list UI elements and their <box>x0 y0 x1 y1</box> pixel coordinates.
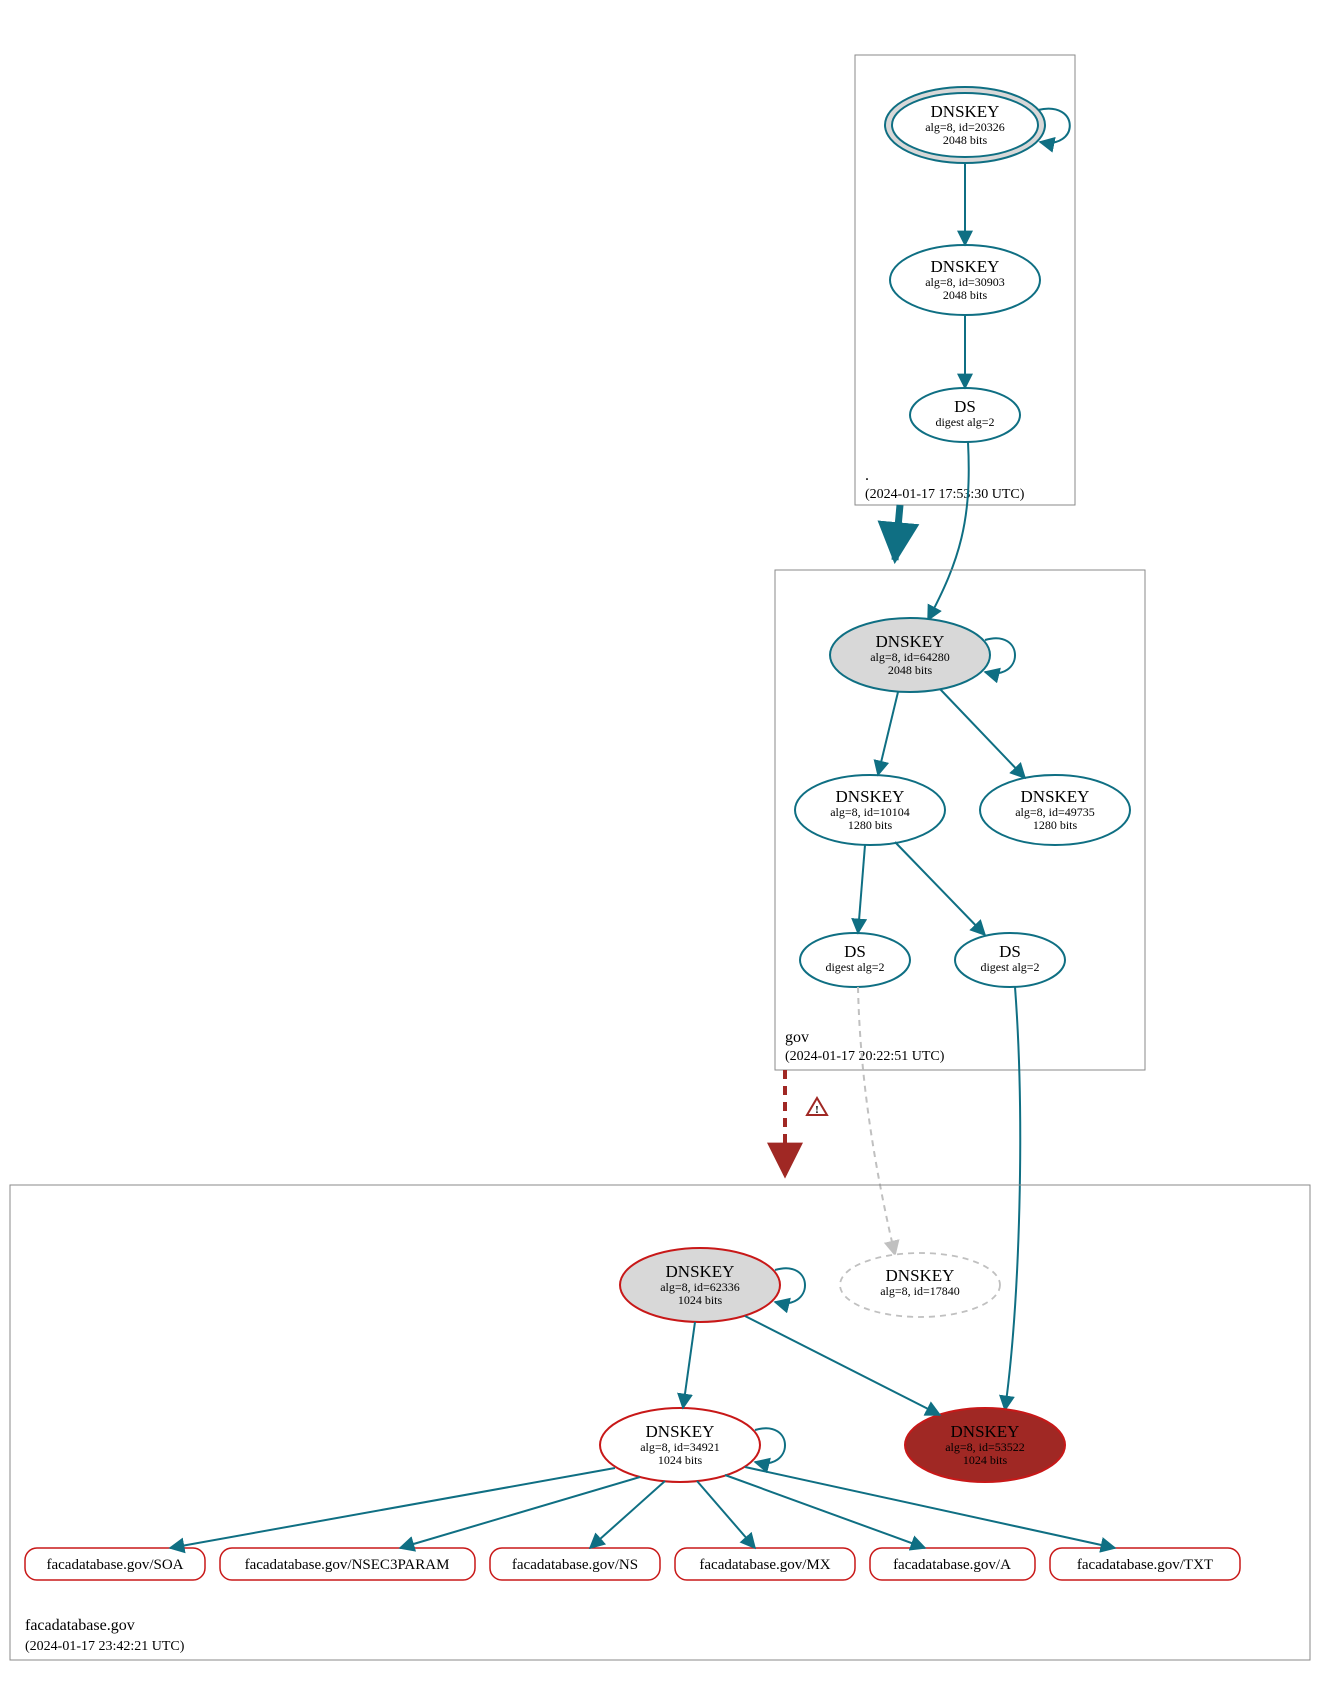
svg-text:alg=8, id=20326: alg=8, id=20326 <box>925 120 1005 134</box>
svg-text:DNSKEY: DNSKEY <box>666 1262 735 1281</box>
svg-text:DNSKEY: DNSKEY <box>931 257 1000 276</box>
svg-text:digest alg=2: digest alg=2 <box>935 415 994 429</box>
rrset-soa: facadatabase.gov/SOA <box>25 1548 205 1580</box>
edge-gov-ksk-to-zsk2 <box>940 689 1025 778</box>
warning-icon: ! <box>807 1098 827 1116</box>
edge-zsk-to-soa <box>170 1468 615 1548</box>
edge-zsk-to-ns <box>590 1481 665 1548</box>
svg-text:alg=8, id=34921: alg=8, id=34921 <box>640 1440 720 1454</box>
dnssec-chain-diagram: . (2024-01-17 17:53:30 UTC) DNSKEY alg=8… <box>0 0 1324 1690</box>
zone-root-timestamp: (2024-01-17 17:53:30 UTC) <box>865 487 1025 502</box>
svg-text:alg=8, id=64280: alg=8, id=64280 <box>870 650 950 664</box>
svg-text:DNSKEY: DNSKEY <box>836 787 905 806</box>
edge-zsk-to-mx <box>697 1481 755 1548</box>
svg-text:facadatabase.gov/NSEC3PARAM: facadatabase.gov/NSEC3PARAM <box>245 1557 450 1573</box>
svg-text:alg=8, id=62336: alg=8, id=62336 <box>660 1280 740 1294</box>
svg-text:facadatabase.gov/TXT: facadatabase.gov/TXT <box>1077 1557 1213 1573</box>
svg-text:1280 bits: 1280 bits <box>1033 818 1078 832</box>
node-dom-ksk: DNSKEY alg=8, id=62336 1024 bits <box>620 1248 780 1322</box>
node-root-ds: DS digest alg=2 <box>910 388 1020 442</box>
zone-gov-timestamp: (2024-01-17 20:22:51 UTC) <box>785 1049 945 1064</box>
svg-text:1024 bits: 1024 bits <box>678 1293 723 1307</box>
svg-text:alg=8, id=53522: alg=8, id=53522 <box>945 1440 1025 1454</box>
node-gov-ksk: DNSKEY alg=8, id=64280 2048 bits <box>830 618 990 692</box>
edge-gov-ds2-to-dom-extra <box>1005 987 1020 1410</box>
svg-text:DS: DS <box>999 942 1021 961</box>
edge-gov-zsk1-to-ds2 <box>895 842 985 935</box>
svg-text:DS: DS <box>844 942 866 961</box>
edge-root-ds-to-gov-ksk <box>928 442 969 620</box>
rrset-txt: facadatabase.gov/TXT <box>1050 1548 1240 1580</box>
rrset-a: facadatabase.gov/A <box>870 1548 1035 1580</box>
svg-text:!: ! <box>815 1104 819 1116</box>
zone-root: . (2024-01-17 17:53:30 UTC) DNSKEY alg=8… <box>855 55 1075 505</box>
node-dom-zsk: DNSKEY alg=8, id=34921 1024 bits <box>600 1408 760 1482</box>
node-dom-missing: DNSKEY alg=8, id=17840 <box>840 1253 1000 1317</box>
node-gov-ds2: DS digest alg=2 <box>955 933 1065 987</box>
svg-text:facadatabase.gov/A: facadatabase.gov/A <box>893 1557 1011 1573</box>
edge-root-to-gov-zone <box>895 505 900 560</box>
zone-gov: gov (2024-01-17 20:22:51 UTC) DNSKEY alg… <box>775 570 1145 1070</box>
svg-text:alg=8, id=30903: alg=8, id=30903 <box>925 275 1005 289</box>
svg-text:facadatabase.gov/MX: facadatabase.gov/MX <box>699 1557 830 1573</box>
svg-text:1024 bits: 1024 bits <box>963 1453 1008 1467</box>
svg-text:alg=8, id=49735: alg=8, id=49735 <box>1015 805 1095 819</box>
node-gov-zsk2: DNSKEY alg=8, id=49735 1280 bits <box>980 775 1130 845</box>
edge-dom-ksk-to-zsk <box>683 1322 695 1408</box>
svg-text:alg=8, id=10104: alg=8, id=10104 <box>830 805 910 819</box>
svg-text:alg=8, id=17840: alg=8, id=17840 <box>880 1284 960 1298</box>
svg-text:1280 bits: 1280 bits <box>848 818 893 832</box>
node-dom-extra: DNSKEY alg=8, id=53522 1024 bits <box>905 1408 1065 1482</box>
zone-gov-label: gov <box>785 1029 809 1046</box>
zone-domain: facadatabase.gov (2024-01-17 23:42:21 UT… <box>10 1185 1310 1660</box>
node-gov-zsk1: DNSKEY alg=8, id=10104 1280 bits <box>795 775 945 845</box>
node-root-ksk: DNSKEY alg=8, id=20326 2048 bits <box>885 87 1045 163</box>
edge-gov-ksk-to-zsk1 <box>878 692 898 775</box>
svg-text:DNSKEY: DNSKEY <box>876 632 945 651</box>
node-root-zsk: DNSKEY alg=8, id=30903 2048 bits <box>890 245 1040 315</box>
svg-text:DNSKEY: DNSKEY <box>931 102 1000 121</box>
edge-gov-ds1-to-missing <box>858 987 895 1255</box>
svg-text:DNSKEY: DNSKEY <box>646 1422 715 1441</box>
svg-text:DS: DS <box>954 397 976 416</box>
zone-root-label: . <box>865 467 869 484</box>
edge-zsk-to-a <box>725 1475 925 1548</box>
svg-text:digest alg=2: digest alg=2 <box>980 960 1039 974</box>
edge-zsk-to-txt <box>745 1467 1115 1548</box>
svg-text:DNSKEY: DNSKEY <box>886 1266 955 1285</box>
svg-text:2048 bits: 2048 bits <box>943 133 988 147</box>
svg-text:2048 bits: 2048 bits <box>888 663 933 677</box>
edge-gov-zsk1-to-ds1 <box>858 845 865 933</box>
svg-text:DNSKEY: DNSKEY <box>951 1422 1020 1441</box>
rrset-ns: facadatabase.gov/NS <box>490 1548 660 1580</box>
svg-text:2048 bits: 2048 bits <box>943 288 988 302</box>
node-gov-ds1: DS digest alg=2 <box>800 933 910 987</box>
edge-dom-ksk-to-extra <box>745 1316 940 1415</box>
rrset-mx: facadatabase.gov/MX <box>675 1548 855 1580</box>
svg-text:facadatabase.gov/NS: facadatabase.gov/NS <box>512 1557 638 1573</box>
zone-domain-label: facadatabase.gov <box>25 1617 135 1634</box>
edge-zsk-to-nsec3param <box>400 1477 640 1548</box>
svg-text:facadatabase.gov/SOA: facadatabase.gov/SOA <box>46 1557 183 1573</box>
zone-domain-timestamp: (2024-01-17 23:42:21 UTC) <box>25 1639 185 1654</box>
svg-text:digest alg=2: digest alg=2 <box>825 960 884 974</box>
svg-text:DNSKEY: DNSKEY <box>1021 787 1090 806</box>
svg-text:1024 bits: 1024 bits <box>658 1453 703 1467</box>
rrset-nsec3param: facadatabase.gov/NSEC3PARAM <box>220 1548 475 1580</box>
